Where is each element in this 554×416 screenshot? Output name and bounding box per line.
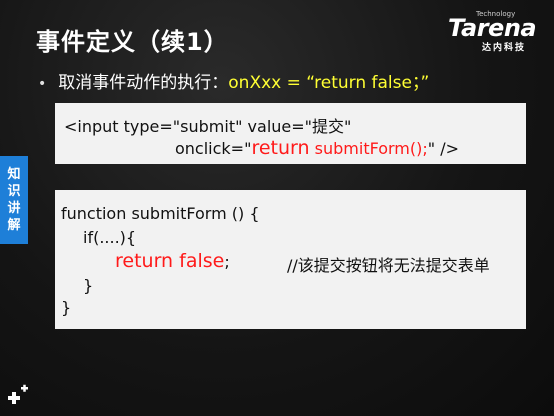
code-text: " /> bbox=[427, 139, 460, 158]
code-line: <input type="submit" value="提交" bbox=[64, 117, 352, 136]
logo-sub-text: 达内科技 bbox=[482, 43, 527, 53]
code-keyword: return false bbox=[115, 250, 225, 272]
code-line: return false; bbox=[115, 250, 230, 272]
code-text: ; bbox=[224, 252, 230, 271]
code-line: } bbox=[83, 276, 94, 295]
bullet-point: • 取消事件动作的执行：onXxx = “return false；” bbox=[38, 68, 429, 93]
code-comment: //该提交按钮将无法提交表单 bbox=[287, 256, 490, 275]
code-box-function: function submitForm () { if(....){ retur… bbox=[55, 190, 526, 329]
side-tab-char: 讲 bbox=[7, 201, 21, 216]
code-line: onclick="return submitForm();" /> bbox=[175, 137, 459, 159]
logo-main-text: Tarena bbox=[448, 14, 537, 42]
code-line: if(....){ bbox=[83, 228, 137, 247]
plus-decoration-icon bbox=[8, 384, 28, 404]
slide-title: 事件定义（续1） bbox=[36, 28, 229, 56]
side-tab-char: 解 bbox=[7, 218, 21, 233]
code-call: submitForm(); bbox=[309, 139, 428, 158]
code-box-input: <input type="submit" value="提交" onclick=… bbox=[55, 103, 526, 164]
side-tab-char: 知 bbox=[7, 167, 21, 182]
bullet-text: 取消事件动作的执行： bbox=[58, 73, 229, 93]
bullet-code: onXxx = “return false；” bbox=[228, 73, 430, 93]
side-tab-knowledge[interactable]: 知 识 讲 解 bbox=[0, 156, 28, 244]
code-line: function submitForm () { bbox=[61, 204, 260, 223]
code-line: } bbox=[61, 298, 72, 317]
code-keyword: return bbox=[251, 137, 310, 159]
bullet-dot-icon: • bbox=[38, 76, 47, 92]
code-text: onclick=" bbox=[175, 139, 252, 158]
slide: 事件定义（续1） Technology Tarena 达内科技 • 取消事件动作的… bbox=[0, 0, 554, 416]
side-tab-char: 识 bbox=[7, 184, 21, 199]
